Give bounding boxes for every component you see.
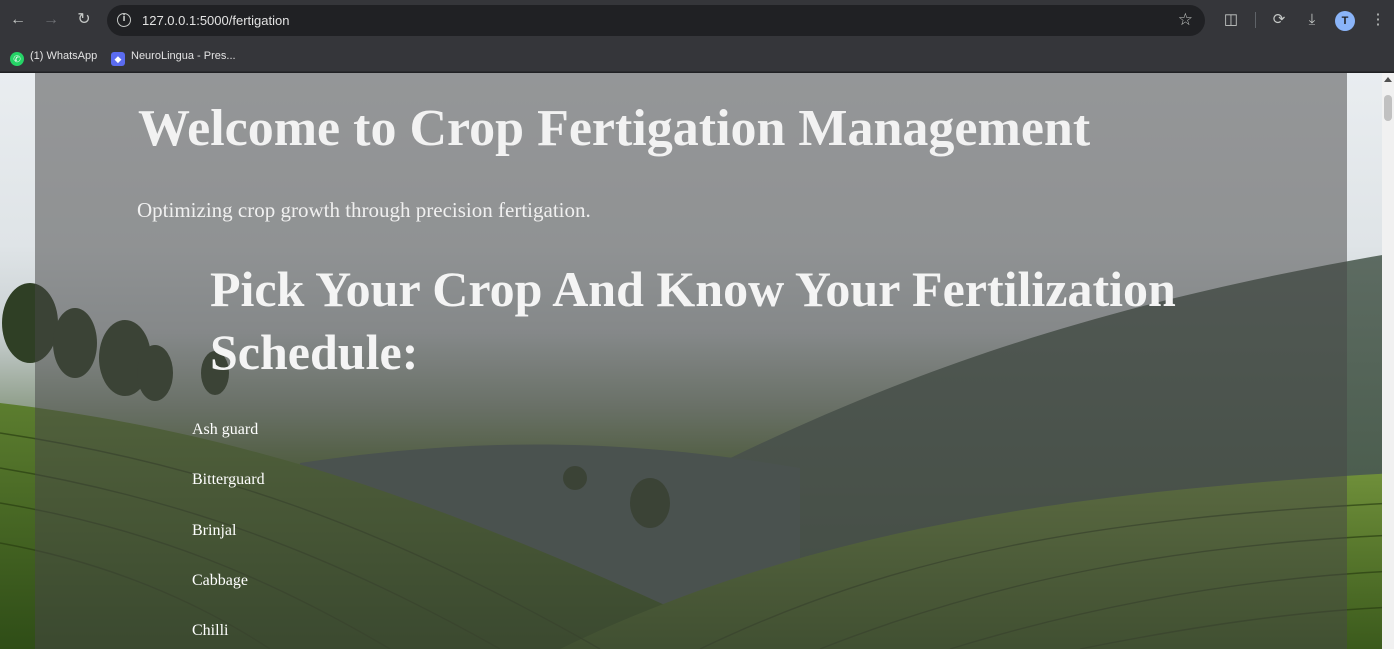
- section-heading: Pick Your Crop And Know Your Fertilizati…: [210, 261, 1176, 380]
- scroll-up-arrow-icon[interactable]: [1384, 77, 1392, 82]
- bookmark-label: (1) WhatsApp: [30, 50, 98, 62]
- page-viewport: Welcome to Crop Fertigation Management O…: [0, 73, 1394, 649]
- whatsapp-icon: ✆: [10, 52, 24, 66]
- address-bar[interactable]: i 127.0.0.1:5000/fertigation ☆: [107, 5, 1205, 36]
- crop-link-bitterguard[interactable]: Bitterguard: [192, 469, 265, 519]
- site-info-icon[interactable]: i: [117, 13, 131, 27]
- bookmark-label: NeuroLingua - Pres...: [131, 50, 236, 62]
- menu-kebab-icon[interactable]: ⋮: [1367, 9, 1389, 31]
- download-icon[interactable]: ⤓: [1301, 9, 1323, 31]
- neurolingua-icon: ◆: [111, 52, 125, 66]
- crop-link-cabbage[interactable]: Cabbage: [192, 570, 265, 620]
- page-scrollbar[interactable]: [1382, 73, 1394, 649]
- crop-link-chilli[interactable]: Chilli: [192, 620, 265, 649]
- forward-button[interactable]: →: [39, 8, 63, 32]
- profile-avatar[interactable]: T: [1335, 11, 1355, 31]
- page-title: Welcome to Crop Fertigation Management: [138, 100, 1091, 157]
- reload-button[interactable]: ↻: [72, 8, 96, 32]
- bookmark-star-icon[interactable]: ☆: [1178, 10, 1193, 30]
- back-button[interactable]: ←: [6, 8, 30, 32]
- bookmarks-bar: ✆ (1) WhatsApp ◆ NeuroLingua - Pres...: [0, 40, 1394, 72]
- bookmark-whatsapp[interactable]: ✆ (1) WhatsApp: [10, 47, 98, 66]
- scroll-thumb[interactable]: [1384, 95, 1392, 121]
- crop-link-ash-guard[interactable]: Ash guard: [192, 419, 265, 469]
- bookmark-neurolingua[interactable]: ◆ NeuroLingua - Pres...: [111, 47, 236, 66]
- url-text[interactable]: 127.0.0.1:5000/fertigation: [142, 13, 289, 29]
- extensions-icon[interactable]: ◫: [1220, 9, 1242, 31]
- crop-link-brinjal[interactable]: Brinjal: [192, 520, 265, 570]
- sync-icon[interactable]: ⟳: [1268, 9, 1290, 31]
- browser-toolbar: ← → ↻ i 127.0.0.1:5000/fertigation ☆ ◫ ⟳…: [0, 0, 1394, 40]
- page-subtitle: Optimizing crop growth through precision…: [137, 198, 591, 222]
- toolbar-divider: [1255, 12, 1256, 28]
- crop-list: Ash guard Bitterguard Brinjal Cabbage Ch…: [192, 419, 265, 649]
